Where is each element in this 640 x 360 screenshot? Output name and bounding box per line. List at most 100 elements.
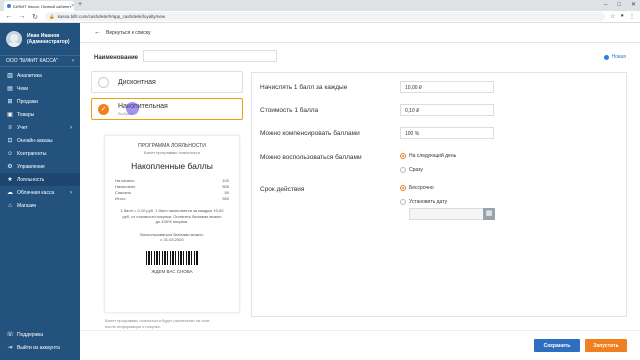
sidebar-item-sales[interactable]: ⊞ Продажи (0, 95, 80, 108)
option-label: На следующий день (409, 153, 457, 159)
name-label: Наименование (94, 55, 139, 61)
sidebar-item-label: Контрагенты (17, 150, 47, 157)
run-button[interactable]: Запустить (585, 339, 627, 352)
bookmark-star-icon[interactable]: ☆ (610, 13, 615, 20)
sidebar-item-label: Облачная касса (17, 189, 55, 196)
option-label: Бессрочно (409, 185, 434, 191)
cost-input[interactable]: 0,10 ₽ (400, 104, 494, 116)
back-nav-icon[interactable]: ← (5, 13, 13, 20)
check-icon[interactable]: ✓ (98, 103, 109, 115)
radio-checked-icon (400, 185, 406, 191)
barcode-icon (146, 250, 198, 265)
minimize-icon[interactable]: – (604, 0, 607, 10)
action-bar: Сохранить Запустить (80, 330, 640, 360)
receipt-icon: ▤ (7, 86, 13, 92)
star-icon: ★ (7, 177, 13, 183)
user-role: (Администратор) (27, 39, 70, 45)
sidebar-item-receipts[interactable]: ▤ Чеки (0, 82, 80, 95)
row-value: 550 (222, 196, 229, 201)
sidebar-item-analytics[interactable]: ▥ Аналитика (0, 69, 80, 82)
status-dot-icon (603, 54, 609, 60)
type-sublabel: Выбран (118, 110, 133, 116)
sidebar-item-contractors[interactable]: ☺ Контрагенты (0, 147, 80, 160)
radio-checked-icon (400, 153, 406, 159)
radio-icon (400, 199, 406, 205)
favicon-icon (7, 4, 11, 8)
sidebar-item-loyalty[interactable]: ★ Лояльность (0, 173, 80, 186)
list-icon: ≡ (8, 124, 12, 131)
use-option-next-day[interactable]: На следующий день (400, 153, 456, 159)
url-field[interactable]: 🔒 kassa.bifit.com/cashdesk/#/app_cashdes… (45, 12, 605, 21)
back-to-list-link[interactable]: ← Вернуться к списку (94, 29, 150, 36)
footnote-line: после информации о покупке. (105, 323, 161, 329)
name-input[interactable] (143, 50, 277, 62)
sidebar-item-goods[interactable]: ▣ Товары (0, 108, 80, 121)
user-profile[interactable]: Иван Иванов (Администратор) (0, 23, 80, 55)
date-input[interactable] (409, 208, 484, 220)
note-line: до 100% покупки. (155, 219, 189, 224)
note-line: 1 балл = 0,10 руб. 1 балл начисляется за… (120, 208, 224, 213)
logout-icon: ⇥ (7, 345, 13, 351)
sidebar-item-store[interactable]: ⌂ Магазин (0, 199, 80, 212)
accrue-input[interactable]: 10,00 ₽ (400, 81, 494, 93)
users-icon: ☺ (6, 150, 14, 157)
receipt-note: 1 балл = 0,10 руб. 1 балл начисляется за… (115, 208, 229, 225)
receipt-footnote: Билет программы лояльности будет распеча… (105, 318, 245, 329)
gear-icon: ⚙ (7, 164, 13, 170)
lock-icon: 🔒 (49, 13, 55, 19)
cart-online-icon: ⊡ (7, 138, 13, 144)
use-option-immediately[interactable]: Сразу (400, 167, 423, 173)
save-button[interactable]: Сохранить (534, 339, 580, 352)
forward-nav-icon[interactable]: → (18, 13, 26, 20)
receipt-subtitle: Билет программы лояльности (144, 150, 200, 155)
sidebar-item-label: Поддержка (17, 331, 44, 338)
maximize-icon[interactable]: □ (617, 0, 621, 10)
receipt-spend-note: Воспользоваться баллами можно: с 31.03.2… (115, 232, 229, 243)
tab-title: БИФИТ Касса. Личный кабинет (13, 3, 72, 9)
type-card-discount[interactable]: Дисконтная (91, 71, 243, 93)
radio-icon (400, 167, 406, 173)
sidebar-item-label: Управление (17, 163, 45, 170)
sidebar-item-accounting[interactable]: ≡ Учет › (0, 121, 80, 134)
sidebar-item-label: Товары (17, 111, 35, 118)
sidebar-item-management[interactable]: ⚙ Управление (0, 160, 80, 173)
use-label: Можно воспользоваться баллами (260, 154, 362, 161)
sidebar-item-label: Чеки (17, 85, 29, 92)
settings-panel: Начислять 1 балл за каждые 10,00 ₽ Стоим… (251, 72, 627, 317)
compensate-input[interactable]: 100 % (400, 127, 494, 139)
sidebar-item-logout[interactable]: ⇥ Выйти из аккаунта (0, 341, 80, 354)
receipt-heading: Накопленные баллы (131, 161, 213, 171)
sidebar-item-label: Выйти из аккаунта (17, 344, 60, 351)
sidebar-item-label: Онлайн-заказы (17, 137, 53, 144)
option-label: Сразу (409, 167, 423, 173)
new-tab-icon[interactable]: + (78, 1, 82, 8)
receipt-title: ПРОГРАММА ЛОЯЛЬНОСТИ (138, 143, 206, 149)
type-label: Дисконтная (118, 78, 156, 86)
validity-option-unlimited[interactable]: Бессрочно (400, 185, 434, 191)
company-name: ООО "БИФИТ КАССА" (6, 58, 58, 64)
sidebar-item-support[interactable]: ☏ Поддержка (0, 328, 80, 341)
table-row: Итого 550 (115, 196, 229, 202)
browser-tab[interactable]: БИФИТ Касса. Личный кабинет × (4, 1, 74, 11)
header-divider (80, 42, 640, 43)
cost-label: Стоимость 1 балла (260, 107, 319, 114)
store-icon: ⌂ (8, 202, 12, 209)
profile-icon[interactable]: ● (620, 13, 624, 20)
note-line: с 31.03.2020 (160, 237, 184, 242)
menu-dots-icon[interactable]: ⋮ (629, 13, 635, 20)
sidebar-item-online-orders[interactable]: ⊡ Онлайн-заказы (0, 134, 80, 147)
company-selector[interactable]: ООО "БИФИТ КАССА" › (0, 55, 80, 67)
sidebar-item-label: Учет (17, 124, 28, 131)
type-card-cumulative[interactable]: ✓ Накопительная Выбран (91, 98, 243, 120)
status-label: Новая (611, 54, 626, 60)
box-icon: ▣ (7, 112, 13, 118)
cloud-icon: ☁ (7, 190, 13, 196)
validity-option-set-date[interactable]: Установить дату (400, 199, 447, 205)
tab-close-icon[interactable]: × (71, 3, 74, 9)
close-window-icon[interactable]: ✕ (631, 0, 636, 10)
reload-icon[interactable]: ↻ (31, 13, 39, 21)
sidebar-item-cloud-cashbox[interactable]: ☁ Облачная касса › (0, 186, 80, 199)
calendar-icon[interactable]: ▦ (483, 208, 495, 220)
radio-discount[interactable] (98, 76, 109, 88)
receipt-thanks: ЖДЕМ ВАС СНОВА (151, 268, 193, 274)
